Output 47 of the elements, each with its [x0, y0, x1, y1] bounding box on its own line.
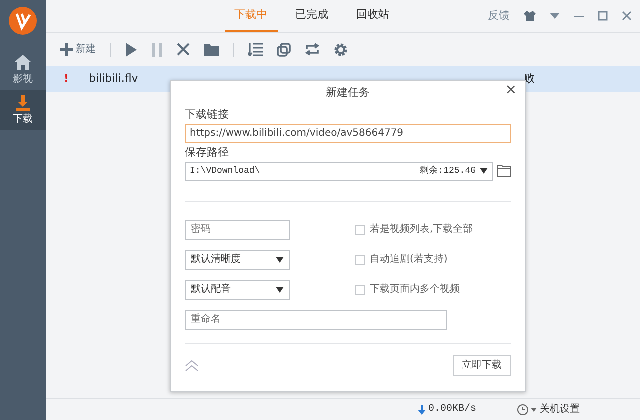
plus-icon	[60, 43, 73, 56]
checkbox-label: 若是视频列表,下载全部	[370, 222, 474, 238]
dropdown[interactable]: 默认清晰度	[185, 250, 290, 270]
tab[interactable]: 回收站	[346, 0, 400, 32]
url-field[interactable]: https://www.bilibili.com/video/av58664779	[185, 124, 511, 142]
dropdown-icon[interactable]	[480, 168, 488, 174]
download-status: 败	[524, 70, 535, 87]
settings-icon[interactable]	[334, 42, 348, 56]
error-mark: !	[64, 70, 70, 87]
shirt-icon[interactable]	[524, 11, 536, 21]
password-field[interactable]: 密码	[185, 220, 290, 240]
caret-icon	[276, 286, 284, 293]
field-label: 保存路径	[185, 145, 230, 162]
sidebar-item[interactable]: 影视	[0, 50, 46, 90]
sidebar-item[interactable]: 下载	[0, 90, 46, 130]
checkbox[interactable]	[355, 224, 365, 235]
home-icon	[14, 54, 32, 72]
checkbox-label: 下载页面内多个视频	[370, 282, 460, 298]
delete-icon[interactable]	[177, 43, 190, 56]
download-now-button[interactable]: 立即下载	[453, 355, 511, 376]
checkbox-label: 自动追剧(若支持)	[370, 252, 448, 268]
checkbox[interactable]	[355, 284, 365, 295]
caret-icon	[276, 256, 284, 263]
speed-text: 0.00KB/s	[428, 402, 476, 417]
list-icon[interactable]	[248, 43, 263, 56]
file-name: bilibili.flv	[89, 70, 138, 87]
play-icon[interactable]	[125, 42, 137, 56]
copy-icon[interactable]	[277, 42, 291, 56]
download-arrow-icon	[418, 404, 426, 414]
folder-icon[interactable]	[497, 165, 511, 178]
free-space: 剩余:125.4G	[420, 164, 476, 178]
repeat-icon[interactable]	[305, 43, 320, 56]
maximize-icon[interactable]	[598, 11, 608, 21]
path-text: I:\VDownload\	[190, 164, 260, 178]
logo-icon	[8, 6, 38, 36]
tab[interactable]: 已完成	[286, 0, 338, 32]
clock-icon[interactable]	[516, 404, 528, 416]
new-button[interactable]: 新建	[60, 42, 96, 57]
download-icon	[14, 94, 32, 112]
field-label: 下载链接	[185, 107, 230, 123]
rename-field[interactable]: 重命名	[185, 310, 447, 330]
shutdown-settings[interactable]: 关机设置	[540, 402, 580, 417]
folder-icon[interactable]	[204, 43, 219, 56]
dropdown[interactable]: 默认配音	[185, 280, 290, 300]
checkbox[interactable]	[355, 254, 365, 265]
close-icon[interactable]	[622, 11, 632, 21]
path-field[interactable]: I:\VDownload\ 剩余:125.4G	[185, 162, 493, 181]
